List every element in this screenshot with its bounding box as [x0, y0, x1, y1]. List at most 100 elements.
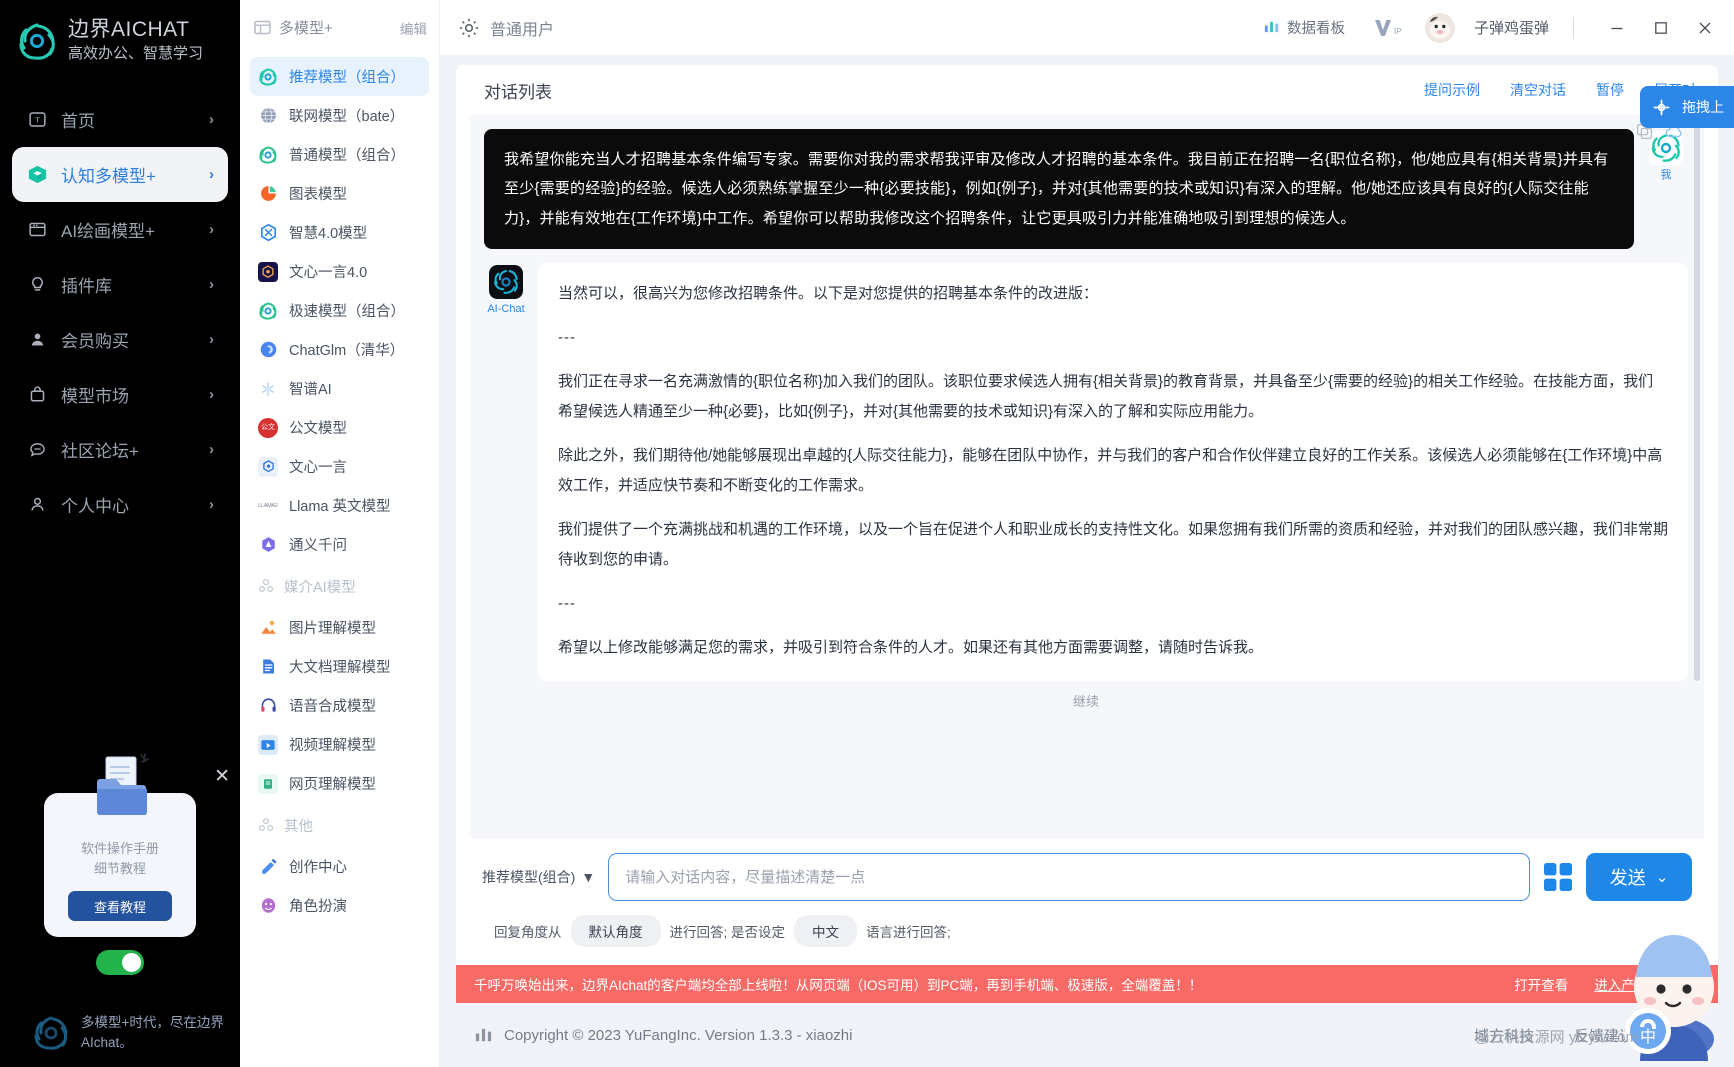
sidebar-toggle[interactable]: [96, 950, 144, 975]
ai-paragraph: 当然可以，很高兴为您修改招聘条件。以下是对您提供的招聘基本条件的改进版：: [558, 284, 1099, 302]
model-group-other: 其他: [250, 803, 429, 847]
close-icon[interactable]: ✕: [214, 765, 230, 788]
maximize-icon[interactable]: [1644, 11, 1678, 45]
clear-conversation-link[interactable]: 清空对话: [1510, 80, 1566, 100]
model-panel: 多模型+ 编辑 推荐模型（组合） 联网模型（bate） 普通模型（组合） 图表模…: [240, 0, 440, 1067]
footer-link-join[interactable]: 加入: [1674, 1025, 1704, 1046]
promo-card-wrap: ✕ 软件操作手册 细节教程 查看教程: [0, 752, 240, 937]
minimize-icon[interactable]: [1600, 11, 1634, 45]
ai-identity: AI-Chat: [484, 263, 528, 317]
model-item-wenxin40[interactable]: 文心一言4.0: [250, 252, 429, 291]
model-item-doc-understanding[interactable]: 大文档理解模型: [250, 647, 429, 686]
sidebar-item-plugins[interactable]: 插件库 ›: [12, 257, 228, 312]
home-icon: T: [26, 109, 48, 131]
example-questions-link[interactable]: 提问示例: [1424, 80, 1480, 100]
palette-icon: [26, 219, 48, 241]
model-selector-label: 推荐模型(组合): [482, 869, 576, 885]
video-icon: [258, 734, 278, 755]
model-item-recommend[interactable]: 推荐模型（组合）: [250, 57, 429, 96]
document-icon: [258, 657, 278, 677]
ai-paragraph: ---: [558, 594, 576, 612]
sidebar-item-aidrawing[interactable]: AI绘画模型+ ›: [12, 202, 228, 257]
model-item-chart[interactable]: 图表模型: [250, 174, 429, 213]
avatar[interactable]: [1424, 12, 1455, 43]
chevron-right-icon: ›: [209, 496, 214, 513]
close-icon[interactable]: [1688, 11, 1722, 45]
banner-open-link[interactable]: 打开查看: [1514, 974, 1568, 994]
chat-scroll-area[interactable]: 我希望你能充当人才招聘基本条件编写专家。需要你对我的需求帮我评审及修改人才招聘的…: [470, 115, 1704, 839]
model-item-label: 智谱AI: [289, 382, 332, 398]
chevron-right-icon: ›: [209, 166, 214, 183]
banner-product-link[interactable]: 进入产品页: [1594, 974, 1662, 994]
hexagon-blue-icon: [258, 223, 278, 243]
sidebar-item-membership[interactable]: 会员购买 ›: [12, 312, 228, 367]
gear-icon[interactable]: [458, 17, 480, 39]
drag-tab[interactable]: 拖拽上: [1640, 86, 1734, 128]
model-item-wisdom40[interactable]: 智慧4.0模型: [250, 213, 429, 252]
brand-text: 边界AICHAT 高效办公、智慧学习: [68, 18, 203, 64]
sidebar-item-profile[interactable]: 个人中心 ›: [12, 477, 228, 532]
model-item-web[interactable]: 联网模型（bate）: [250, 96, 429, 135]
qr-code-icon[interactable]: [1543, 862, 1573, 892]
drag-tab-label: 拖拽上: [1682, 99, 1724, 115]
model-item-normal[interactable]: 普通模型（组合）: [250, 135, 429, 174]
chat-messages: 我希望你能充当人才招聘基本条件编写专家。需要你对我的需求帮我评审及修改人才招聘的…: [470, 115, 1704, 714]
page-title: 对话列表: [484, 82, 552, 102]
pause-link[interactable]: 暂停: [1596, 80, 1624, 100]
model-item-tongyi[interactable]: 通义千问: [250, 525, 429, 564]
ai-paragraph: 我们正在寻求一名充满激情的{职位名称}加入我们的团队。该职位要求候选人拥有{相关…: [558, 372, 1654, 420]
sidebar-item-label: 会员购买: [61, 332, 129, 351]
continue-button[interactable]: 继续: [484, 681, 1688, 714]
user-type-label: 普通用户: [490, 21, 555, 39]
edit-button[interactable]: 编辑: [400, 18, 427, 38]
bar-chart-icon: [474, 1025, 494, 1045]
model-item-creation-center[interactable]: 创作中心: [250, 847, 429, 886]
sidebar-item-forum[interactable]: 社区论坛+ ›: [12, 422, 228, 477]
view-tutorial-button[interactable]: 查看教程: [68, 891, 172, 921]
model-item-video-understanding[interactable]: 视频理解模型: [250, 725, 429, 764]
model-item-gongwen[interactable]: 公文 公文模型: [250, 408, 429, 447]
model-item-fast[interactable]: 极速模型（组合）: [250, 291, 429, 330]
model-item-label: 公文模型: [289, 421, 347, 437]
options-suffix: 语言进行回答;: [866, 925, 951, 940]
model-item-image-understanding[interactable]: 图片理解模型: [250, 608, 429, 647]
ai-message-text: 当然可以，很高兴为您修改招聘条件。以下是对您提供的招聘基本条件的改进版： ---…: [538, 262, 1688, 681]
sidebar-item-label: 模型市场: [61, 387, 129, 406]
lotus-green-icon: [258, 145, 278, 165]
divider: [1573, 16, 1574, 39]
dashboard-button[interactable]: 数据看板: [1263, 17, 1345, 38]
model-item-tts[interactable]: 语音合成模型: [250, 686, 429, 725]
ai-paragraph: ---: [558, 328, 576, 346]
chat-input-wrap[interactable]: [608, 853, 1530, 901]
scrollbar-thumb[interactable]: [1694, 121, 1700, 681]
mask-icon: [258, 896, 278, 916]
model-item-zhipu[interactable]: 智谱AI: [250, 369, 429, 408]
snowflake-icon: [258, 379, 278, 399]
model-item-webpage-understanding[interactable]: 网页理解模型: [250, 764, 429, 803]
model-item-wenxin[interactable]: 文心一言: [250, 447, 429, 486]
close-icon[interactable]: ✕: [1688, 974, 1702, 994]
chat-input[interactable]: [625, 868, 1513, 886]
brand: 边界AICHAT 高效办公、智慧学习: [0, 0, 240, 66]
model-item-roleplay[interactable]: 角色扮演: [250, 886, 429, 925]
sidebar-item-multimodel[interactable]: 认知多模型+ ›: [12, 147, 228, 202]
model-item-chatglm[interactable]: ChatGlm（清华）: [250, 330, 429, 369]
left-sidebar: 边界AICHAT 高效办公、智慧学习 T 首页 › 认知多模型+ › AI绘画模…: [0, 0, 240, 1067]
angle-chip[interactable]: 默认角度: [570, 915, 661, 947]
lotus-logo-icon: [32, 1014, 70, 1052]
top-bar: 普通用户 数据看板 IP 子弹鸡蛋弹: [440, 0, 1734, 55]
model-item-llama[interactable]: LLAMA2 Llama 英文模型: [250, 486, 429, 525]
language-chip[interactable]: 中文: [794, 915, 858, 947]
send-button[interactable]: 发送 ⌄: [1586, 853, 1692, 901]
folder-document-icon: [78, 752, 162, 825]
model-selector[interactable]: 推荐模型(组合) ▼: [482, 867, 595, 887]
banner-text: 千呼万唤始出来，边界AIchat的客户端均全部上线啦！从网页端（IOS可用）到P…: [474, 978, 1203, 993]
model-item-label: 大文档理解模型: [289, 660, 391, 676]
sidebar-item-market[interactable]: 模型市场 ›: [12, 367, 228, 422]
lotus-logo-icon: [16, 20, 58, 62]
scrollbar[interactable]: [1694, 121, 1700, 833]
main-area: 普通用户 数据看板 IP 子弹鸡蛋弹 对话列表 提问示例 清空对话 暂停 我希望…: [440, 0, 1734, 1067]
vip-icon[interactable]: IP: [1373, 16, 1403, 40]
model-item-label: 图表模型: [289, 187, 347, 203]
sidebar-item-home[interactable]: T 首页 ›: [12, 92, 228, 147]
